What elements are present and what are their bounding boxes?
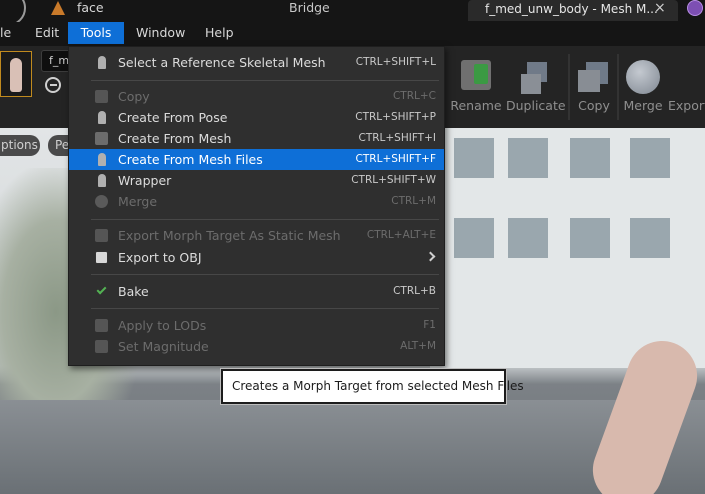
export-icon (678, 60, 705, 90)
wrapper-icon (98, 174, 106, 187)
tools-menu: Select a Reference Skeletal Mesh CTRL+SH… (68, 46, 445, 366)
export-label: Export (668, 98, 705, 113)
menu-bar: le Edit Tools Window Help (0, 22, 705, 46)
project-name: face (77, 0, 104, 15)
menu-separator (91, 308, 439, 309)
title-bar: face Bridge f_med_unw_body - Mesh M... × (0, 0, 705, 26)
duplicate-label: Duplicate (506, 98, 566, 113)
lods-icon (95, 319, 108, 332)
rename-label: Rename (450, 98, 502, 113)
menu-window[interactable]: Window (136, 22, 185, 44)
copy-icon (95, 90, 108, 103)
mesh-icon (95, 132, 108, 145)
toolbar-divider (617, 54, 619, 120)
pose-icon (98, 111, 106, 124)
asset-tab[interactable]: f_med_unw_body - Mesh M... × (468, 0, 678, 21)
menu-item-create-from-pose[interactable]: Create From Pose CTRL+SHIFT+P (69, 107, 444, 128)
copy-icon (576, 60, 612, 94)
menu-separator (91, 219, 439, 220)
copy-label: Copy (578, 98, 610, 113)
menu-file[interactable]: le (0, 22, 11, 44)
toolbar-divider (568, 54, 570, 120)
chevron-right-icon (425, 251, 436, 262)
viewport-options-button[interactable]: ptions (0, 135, 40, 156)
asset-tab-label: f_med_unw_body - Mesh M... (485, 2, 658, 16)
menu-item-merge[interactable]: Merge CTRL+M (69, 191, 444, 212)
menu-separator (91, 274, 439, 275)
tooltip-text: Creates a Morph Target from selected Mes… (232, 379, 524, 393)
perspective-button[interactable]: Pe (48, 135, 68, 156)
back-arrow-icon[interactable] (45, 77, 61, 93)
tooltip: Creates a Morph Target from selected Mes… (220, 368, 524, 405)
plugin-icon[interactable] (687, 0, 703, 16)
menu-item-export-static-mesh[interactable]: Export Morph Target As Static Mesh CTRL+… (69, 225, 444, 246)
mesh-files-icon (98, 153, 106, 166)
menu-item-export-to-obj[interactable]: Export to OBJ (69, 247, 444, 268)
merge-button[interactable]: Merge (620, 60, 666, 120)
project-icon (51, 1, 65, 15)
menu-separator (91, 80, 439, 81)
magnitude-icon (95, 340, 108, 353)
merge-label: Merge (623, 98, 663, 113)
menu-item-bake[interactable]: Bake CTRL+B (69, 281, 444, 302)
menu-item-apply-to-lods[interactable]: Apply to LODs F1 (69, 315, 444, 336)
menu-item-copy[interactable]: Copy CTRL+C (69, 86, 444, 107)
duplicate-button[interactable]: Duplicate (506, 60, 566, 120)
merge-icon (626, 60, 660, 94)
rename-icon (461, 60, 491, 90)
menu-tools[interactable]: Tools (68, 22, 124, 44)
skeleton-icon (98, 56, 106, 69)
obj-file-icon (95, 251, 108, 264)
asset-thumbnail[interactable] (0, 51, 32, 97)
menu-item-wrapper[interactable]: Wrapper CTRL+SHIFT+W (69, 170, 444, 191)
duplicate-icon (517, 60, 553, 94)
export-button[interactable]: Export (668, 60, 705, 120)
static-mesh-icon (95, 229, 108, 242)
body-figure-icon (10, 58, 22, 92)
asset-combo[interactable]: f_m (41, 50, 71, 72)
close-icon[interactable]: × (654, 0, 666, 16)
menu-edit[interactable]: Edit (35, 22, 59, 44)
copy-button[interactable]: Copy (573, 60, 615, 120)
menu-item-set-magnitude[interactable]: Set Magnitude ALT+M (69, 336, 444, 357)
check-icon (96, 284, 107, 295)
merge-icon (95, 195, 108, 208)
bridge-label[interactable]: Bridge (289, 0, 330, 15)
menu-help[interactable]: Help (205, 22, 234, 44)
menu-item-create-from-mesh-files[interactable]: Create From Mesh Files CTRL+SHIFT+F (69, 149, 444, 170)
background-building (430, 128, 705, 368)
rename-button[interactable]: Rename (449, 60, 503, 120)
menu-item-create-from-mesh[interactable]: Create From Mesh CTRL+SHIFT+I (69, 128, 444, 149)
menu-item-select-reference-mesh[interactable]: Select a Reference Skeletal Mesh CTRL+SH… (69, 52, 444, 73)
